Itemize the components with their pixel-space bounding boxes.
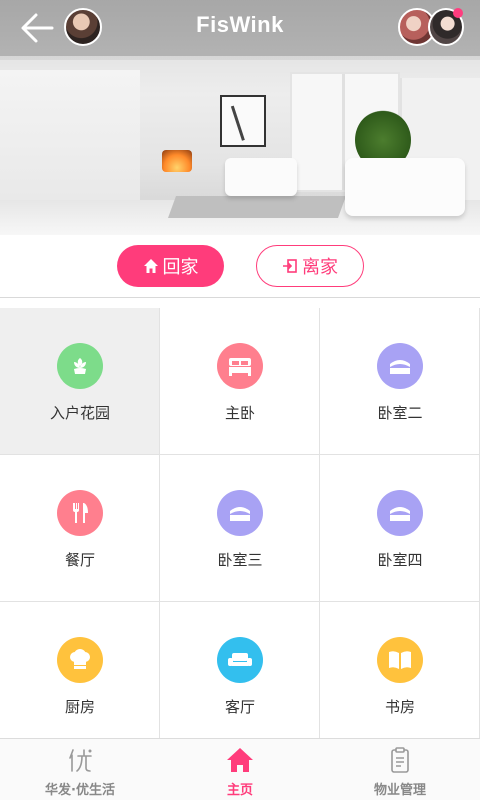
room-tile-bedroom-4[interactable]: 卧室四 bbox=[320, 455, 480, 602]
sofa-icon bbox=[217, 637, 263, 683]
room-label: 入户花园 bbox=[49, 404, 110, 422]
clipboard-icon bbox=[386, 747, 414, 773]
you-life-icon bbox=[66, 747, 94, 773]
bed-icon bbox=[217, 490, 263, 536]
bottom-navigation: 华发·优生活 主页 物业管理 bbox=[0, 738, 480, 800]
flower-icon bbox=[57, 343, 103, 389]
chef-hat-icon bbox=[57, 637, 103, 683]
home-icon bbox=[143, 258, 159, 274]
book-icon bbox=[377, 637, 423, 683]
room-label: 厨房 bbox=[64, 698, 95, 716]
room-label: 餐厅 bbox=[64, 551, 95, 569]
back-arrow-icon[interactable] bbox=[20, 12, 54, 44]
top-bar: FisWink bbox=[0, 0, 480, 56]
bed-icon bbox=[217, 343, 263, 389]
nav-label: 华发·优生活 bbox=[45, 783, 115, 798]
room-label: 卧室三 bbox=[217, 551, 263, 569]
nav-tab-you-life[interactable]: 华发·优生活 bbox=[0, 739, 160, 800]
home-mode-button[interactable]: 回家 bbox=[117, 245, 224, 287]
room-label: 客厅 bbox=[224, 698, 255, 716]
away-mode-button[interactable]: 离家 bbox=[256, 245, 364, 287]
nav-label: 物业管理 bbox=[373, 783, 426, 798]
nav-tab-home[interactable]: 主页 bbox=[160, 739, 320, 800]
room-label: 主卧 bbox=[224, 404, 255, 422]
room-tile-kitchen[interactable]: 厨房 bbox=[0, 602, 160, 749]
room-tile-master-bedroom[interactable]: 主卧 bbox=[160, 308, 320, 455]
room-label: 卧室二 bbox=[377, 404, 423, 422]
room-grid: 入户花园 主卧 卧室二 餐厅 卧室三 卧室四 厨房 客厅 书房 bbox=[0, 308, 480, 749]
app-title: FisWink bbox=[196, 12, 284, 37]
home-mode-label: 回家 bbox=[162, 257, 199, 278]
bed-icon bbox=[377, 343, 423, 389]
room-tile-bedroom-3[interactable]: 卧室三 bbox=[160, 455, 320, 602]
room-tile-entry-garden[interactable]: 入户花园 bbox=[0, 308, 160, 455]
user-avatar[interactable] bbox=[64, 8, 102, 46]
room-tile-dining-room[interactable]: 餐厅 bbox=[0, 455, 160, 602]
home-icon bbox=[226, 747, 254, 773]
exit-door-icon bbox=[282, 258, 298, 274]
room-tile-bedroom-2[interactable]: 卧室二 bbox=[320, 308, 480, 455]
room-label: 书房 bbox=[384, 698, 415, 716]
nav-tab-property-management[interactable]: 物业管理 bbox=[320, 739, 480, 800]
room-label: 卧室四 bbox=[377, 551, 423, 569]
away-mode-label: 离家 bbox=[302, 257, 338, 278]
nav-label: 主页 bbox=[226, 783, 253, 798]
fork-knife-icon bbox=[57, 490, 103, 536]
room-tile-study[interactable]: 书房 bbox=[320, 602, 480, 749]
room-tile-living-room[interactable]: 客厅 bbox=[160, 602, 320, 749]
mode-switch-bar: 回家 离家 bbox=[0, 235, 480, 298]
notification-dot bbox=[453, 8, 463, 18]
bed-icon bbox=[377, 490, 423, 536]
app-screen: FisWink 回家 离家 入户花园 主卧 卧室二 餐厅 卧室三 卧室四 厨房 … bbox=[0, 0, 480, 800]
